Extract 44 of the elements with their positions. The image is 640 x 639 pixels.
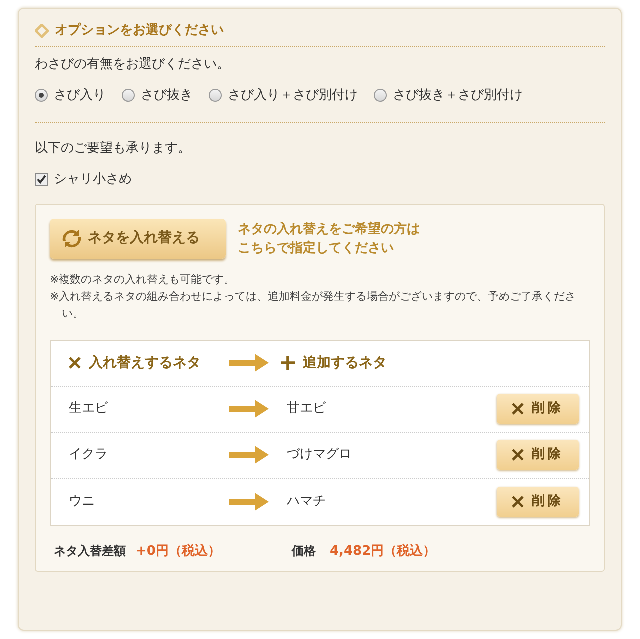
diamond-icon bbox=[35, 24, 49, 38]
diff-label: ネタ入替差額 bbox=[54, 543, 126, 560]
radio-button[interactable] bbox=[35, 89, 48, 102]
swap-button[interactable]: ネタを入れ替える bbox=[50, 218, 226, 258]
radio-button[interactable] bbox=[122, 89, 135, 102]
arrow-icon bbox=[229, 446, 269, 464]
table-cell-text: ウニ bbox=[69, 492, 96, 511]
arrow-icon bbox=[229, 354, 269, 372]
checkbox[interactable] bbox=[35, 173, 48, 186]
diff-value: +0円（税込） bbox=[136, 542, 222, 560]
plus-icon bbox=[281, 356, 295, 370]
radio-label: さび抜き bbox=[141, 87, 193, 105]
arrow-icon bbox=[229, 400, 269, 418]
delete-button[interactable]: 削除 bbox=[497, 486, 579, 516]
column-header: 入れ替えするネタ bbox=[89, 354, 201, 372]
price-value: 4,482円（税込） bbox=[330, 542, 436, 560]
refresh-icon bbox=[62, 228, 82, 248]
delete-button[interactable]: 削除 bbox=[497, 394, 579, 424]
delete-button[interactable]: 削除 bbox=[497, 440, 579, 470]
radio-label: さび入り bbox=[54, 87, 106, 105]
checkbox-label: シャリ小さめ bbox=[54, 171, 132, 189]
table-cell-text: づけマグロ bbox=[287, 446, 353, 464]
radio-button[interactable] bbox=[209, 89, 222, 102]
radio-label: さび入り＋さび別付け bbox=[228, 87, 358, 105]
close-icon bbox=[512, 403, 524, 415]
wasabi-prompt: わさびの有無をお選びください。 bbox=[35, 56, 231, 74]
note-text: ※入れ替えるネタの組み合わせによっては、追加料金が発生する場合がございますので、予めご了承ください。 bbox=[50, 288, 578, 322]
swap-hint: ネタの入れ替えをご希望の方は bbox=[238, 220, 420, 238]
arrow-icon bbox=[229, 492, 269, 510]
table-cell-text: 甘エビ bbox=[287, 400, 327, 418]
table-cell-text: イクラ bbox=[69, 446, 109, 464]
requests-prompt: 以下のご要望も承ります。 bbox=[35, 140, 192, 158]
radio-label: さび抜き＋さび別付け bbox=[393, 87, 523, 105]
cross-icon bbox=[69, 357, 81, 369]
close-icon bbox=[512, 496, 524, 508]
close-icon bbox=[512, 449, 524, 461]
table-cell-text: 生エビ bbox=[69, 400, 109, 418]
section-title: オプションをお選びください bbox=[55, 22, 224, 40]
price-label: 価格 bbox=[292, 543, 316, 560]
note-text: ※複数のネタの入れ替えも可能です。 bbox=[50, 272, 236, 288]
radio-button[interactable] bbox=[374, 89, 387, 102]
table-cell-text: ハマチ bbox=[287, 492, 327, 511]
column-header: 追加するネタ bbox=[303, 354, 387, 372]
swap-hint: こちらで指定してください bbox=[238, 240, 395, 258]
